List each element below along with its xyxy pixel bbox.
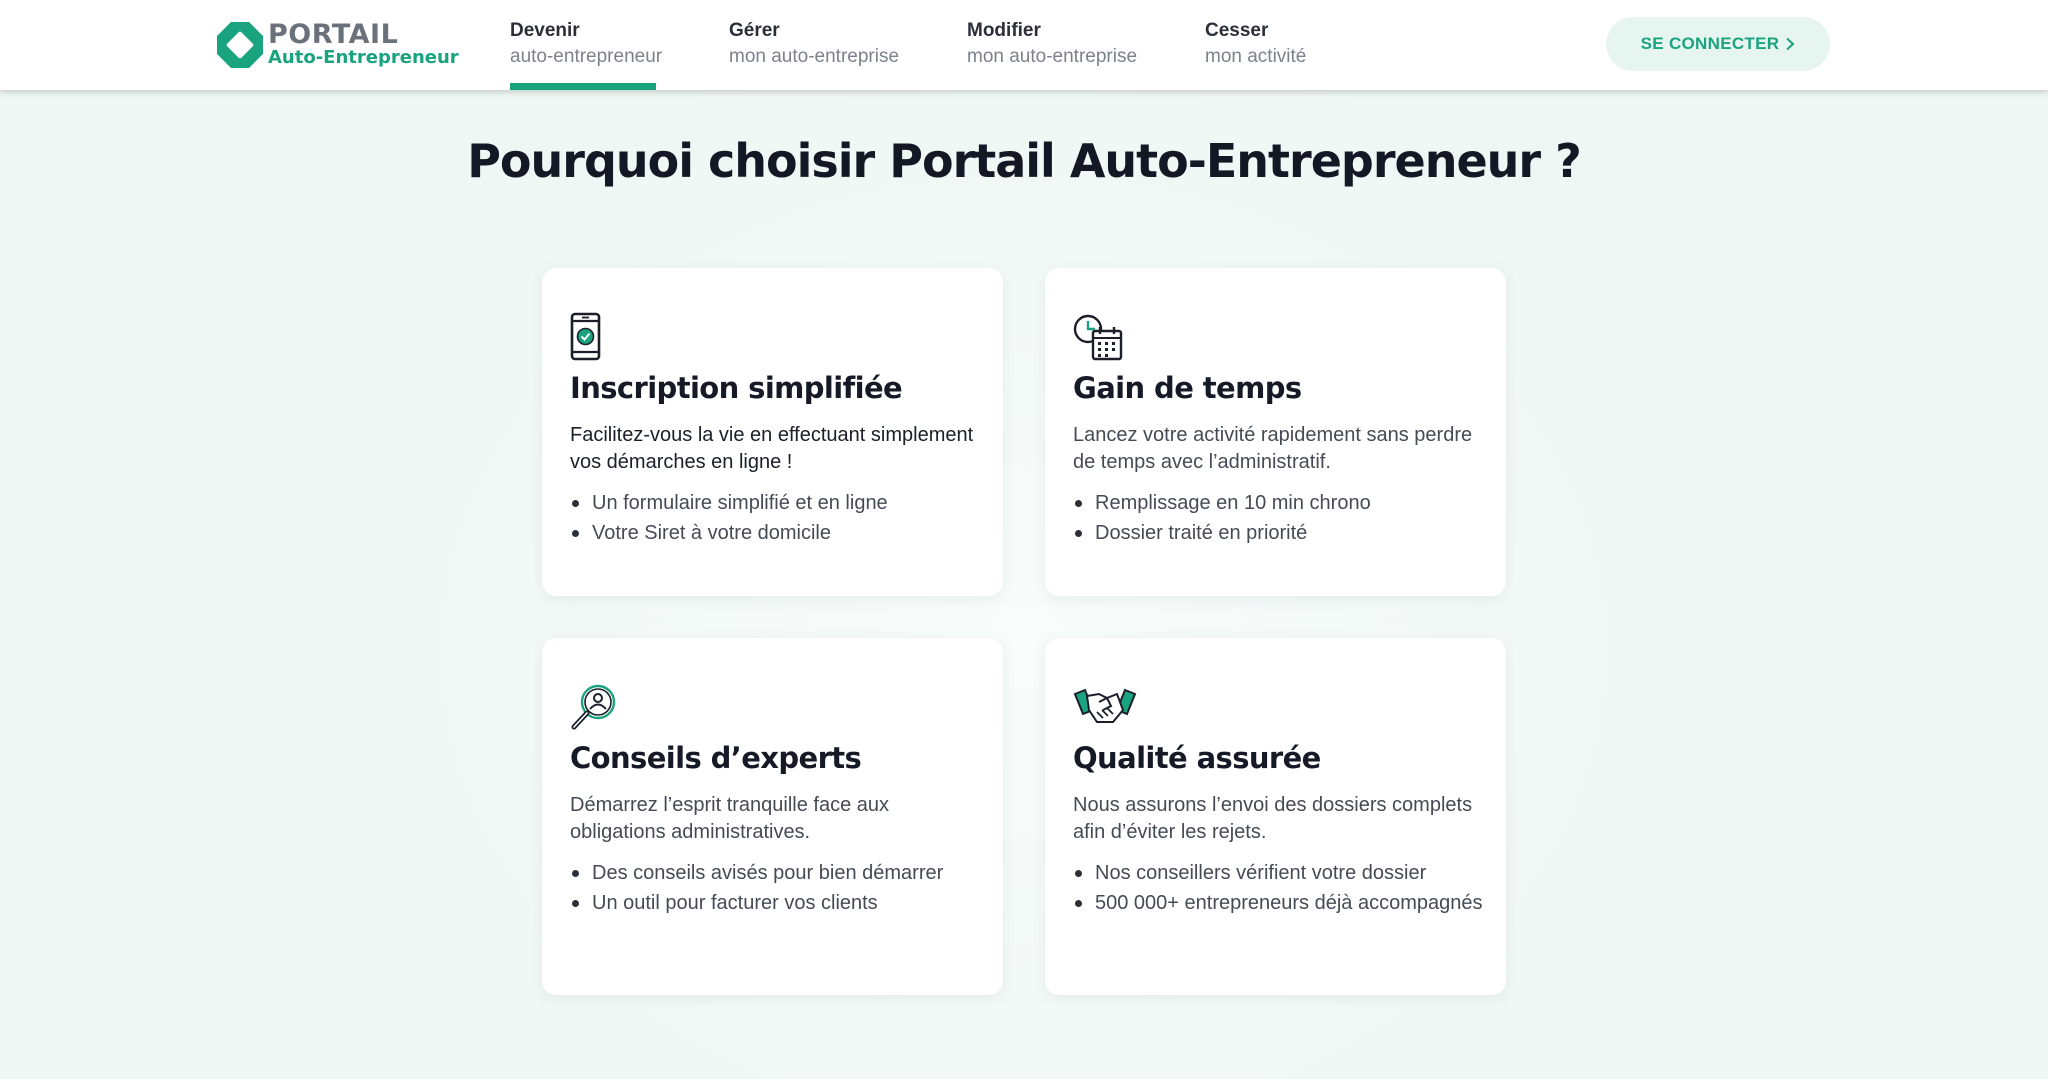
active-tab-indicator [510,83,656,90]
card-bullet-list: Remplissage en 10 min chrono Dossier tra… [1075,488,1483,548]
page-title: Pourquoi choisir Portail Auto-Entreprene… [467,134,1582,188]
card-description: Facilitez-vous la vie en effectuant simp… [570,424,974,473]
feature-card-inscription: Inscription simplifiée Facilitez-vous la… [542,268,1003,596]
nav-item-label: Gérer [729,20,780,41]
list-item: Un outil pour facturer vos clients [572,888,980,918]
nav-item-sublabel: mon activité [1205,46,1307,67]
card-description: Lancez votre activité rapidement sans pe… [1073,424,1473,473]
nav-item-sublabel: mon auto-entreprise [729,46,900,67]
feature-card-gain-de-temps: Gain de temps Lancez votre activité rapi… [1045,268,1506,596]
site-logo[interactable]: PORTAIL Auto-Entrepreneur [216,18,459,72]
nav-item-sublabel: mon auto-entreprise [967,46,1138,67]
list-item: Un formulaire simplifié et en ligne [572,488,980,518]
list-item: Dossier traité en priorité [1075,518,1483,548]
card-title: Gain de temps [1073,371,1302,405]
feature-card-qualite: Qualité assurée Nous assurons l’envoi de… [1045,638,1506,995]
card-title: Qualité assurée [1073,741,1321,775]
nav-item-label: Modifier [967,20,1041,41]
nav-item-label: Devenir [510,20,580,41]
site-header: PORTAIL Auto-Entrepreneur Devenir auto-e… [0,0,2048,90]
handshake-icon [1073,688,1137,723]
portail-logo-icon [217,22,263,68]
list-item: Remplissage en 10 min chrono [1075,488,1483,518]
nav-item-cesser[interactable]: Cesser mon activité [1205,18,1315,90]
card-description: Démarrez l’esprit tranquille face aux ob… [570,794,890,843]
nav-item-gerer[interactable]: Gérer mon auto-entreprise [729,18,899,90]
card-title: Conseils d’experts [570,741,862,775]
nav-item-label: Cesser [1205,20,1269,41]
chevron-right-icon [1786,37,1795,51]
card-bullet-list: Un formulaire simplifié et en ligne Votr… [572,488,980,548]
card-bullet-list: Nos conseillers vérifient votre dossier … [1075,858,1483,918]
feature-card-conseils: Conseils d’experts Démarrez l’esprit tra… [542,638,1003,995]
clock-calendar-icon [1073,314,1123,361]
login-button-label: SE CONNECTER [1640,34,1780,53]
nav-item-devenir[interactable]: Devenir auto-entrepreneur [510,18,663,90]
list-item: 500 000+ entrepreneurs déjà accompagnés [1075,888,1483,918]
nav-item-sublabel: auto-entrepreneur [510,46,663,67]
list-item: Nos conseillers vérifient votre dossier [1075,858,1483,888]
login-button[interactable]: SE CONNECTER [1606,17,1830,71]
list-item: Votre Siret à votre domicile [572,518,980,548]
page-background [0,90,2048,1079]
card-description: Nous assurons l’envoi des dossiers compl… [1073,794,1473,843]
magnifier-person-icon [571,684,616,730]
smartphone-check-icon [570,312,601,361]
nav-item-modifier[interactable]: Modifier mon auto-entreprise [967,18,1137,90]
logo-word-auto-entrepreneur: Auto-Entrepreneur [268,47,459,68]
list-item: Des conseils avisés pour bien démarrer [572,858,980,888]
card-bullet-list: Des conseils avisés pour bien démarrer U… [572,858,980,918]
card-title: Inscription simplifiée [570,371,903,405]
